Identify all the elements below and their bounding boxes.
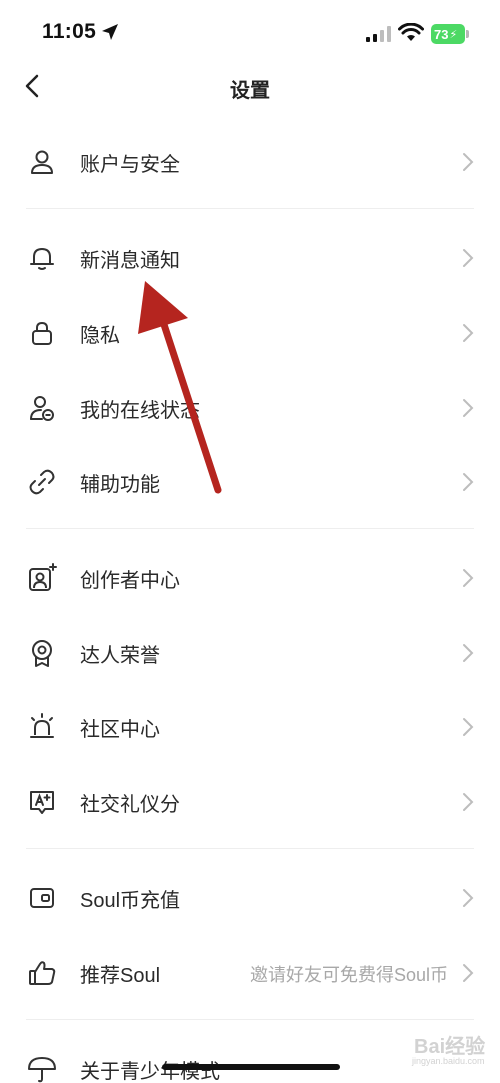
- alarm-light-icon: [30, 713, 54, 738]
- user-status-icon: [30, 396, 54, 421]
- section-divider: [26, 208, 474, 209]
- chevron-right-icon: [463, 249, 474, 267]
- cellular-signal-icon: [366, 26, 391, 42]
- settings-item-label: 我的在线状态: [80, 400, 200, 422]
- settings-item-label: 辅助功能: [80, 474, 160, 496]
- user-icon: [31, 150, 53, 174]
- wifi-icon: [398, 23, 424, 41]
- settings-item-soul-coin-recharge[interactable]: Soul币充值: [0, 867, 500, 927]
- settings-item-label: 创作者中心: [80, 570, 180, 592]
- settings-item-creator-center[interactable]: 创作者中心: [0, 547, 500, 607]
- location-arrow-icon: [102, 24, 118, 40]
- battery-icon: 73 ⚡: [431, 24, 465, 44]
- lock-icon: [32, 321, 52, 345]
- home-indicator[interactable]: [162, 1064, 340, 1070]
- charging-bolt-icon: ⚡: [449, 28, 458, 41]
- chevron-right-icon: [463, 473, 474, 491]
- settings-item-privacy[interactable]: 隐私: [0, 302, 500, 362]
- chevron-right-icon: [463, 718, 474, 736]
- settings-item-online-status[interactable]: 我的在线状态: [0, 377, 500, 437]
- settings-item-account-security[interactable]: 账户与安全: [0, 131, 500, 191]
- settings-item-label: 推荐Soul: [80, 965, 161, 987]
- settings-item-new-message-notification[interactable]: 新消息通知: [0, 227, 500, 287]
- section-divider: [26, 1019, 474, 1020]
- settings-item-accessibility[interactable]: 辅助功能: [0, 451, 500, 511]
- watermark-url: jingyan.baidu.com: [412, 1056, 485, 1066]
- settings-item-expert-honor[interactable]: 达人荣誉: [0, 622, 500, 682]
- chevron-right-icon: [463, 889, 474, 907]
- page-title: 设置: [230, 80, 270, 102]
- battery-level: 73: [434, 26, 449, 42]
- chevron-right-icon: [463, 793, 474, 811]
- watermark-text: Bai经验: [414, 1036, 486, 1058]
- section-divider: [26, 848, 474, 849]
- settings-item-label: Soul币充值: [80, 890, 181, 912]
- settings-item-community-center[interactable]: 社区中心: [0, 696, 500, 756]
- section-divider: [26, 528, 474, 529]
- chevron-right-icon: [463, 324, 474, 342]
- settings-item-label: 新消息通知: [80, 250, 180, 272]
- thumbs-up-icon: [29, 961, 56, 985]
- battery-tip: [466, 30, 469, 38]
- settings-item-social-etiquette[interactable]: 社交礼仪分: [0, 771, 500, 831]
- chevron-right-icon: [463, 964, 474, 982]
- settings-item-recommend-soul[interactable]: 推荐Soul 邀请好友可免费得Soul币: [0, 942, 500, 1002]
- chevron-right-icon: [463, 153, 474, 171]
- chevron-right-icon: [463, 399, 474, 417]
- settings-item-label: 达人荣誉: [80, 645, 160, 667]
- settings-item-label: 隐私: [80, 325, 120, 347]
- umbrella-icon: [28, 1057, 56, 1083]
- link-icon: [29, 469, 55, 495]
- settings-item-label: 账户与安全: [80, 154, 180, 176]
- settings-item-hint: 邀请好友可免费得Soul币: [249, 965, 448, 985]
- status-time: 11:05: [42, 20, 97, 43]
- creator-portrait-icon: [29, 563, 57, 591]
- score-badge-icon: [30, 791, 54, 814]
- medal-icon: [32, 640, 52, 667]
- status-bar: 11:05 73 ⚡: [0, 0, 500, 66]
- settings-item-label: 社区中心: [80, 719, 160, 741]
- chevron-right-icon: [463, 569, 474, 587]
- baidu-watermark: Bai经验 jingyan.baidu.com: [410, 1026, 488, 1072]
- bell-icon: [30, 248, 54, 270]
- wallet-icon: [30, 888, 54, 908]
- settings-item-label: 社交礼仪分: [80, 794, 180, 816]
- chevron-right-icon: [463, 644, 474, 662]
- nav-bar: 设置: [0, 66, 500, 106]
